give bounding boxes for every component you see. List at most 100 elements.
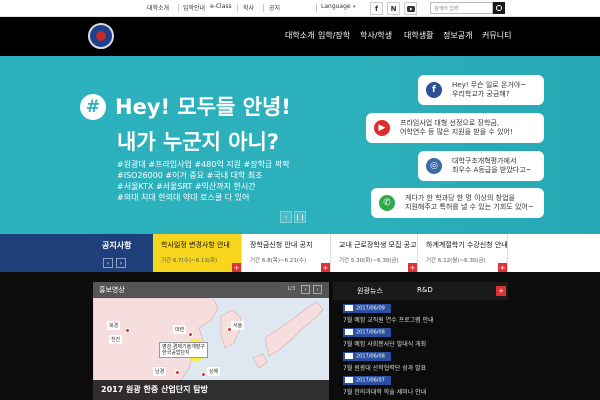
hashtag-line: #원광대 #프라임사업 #480억 지원 #장학금 팍팍 bbox=[117, 160, 290, 169]
university-logo[interactable] bbox=[88, 23, 114, 49]
news-item[interactable]: 7월 한의과대학 학술 세미나 안내 bbox=[343, 387, 426, 396]
promo-next-button[interactable]: › bbox=[313, 285, 322, 294]
nav-menu-community[interactable]: 커뮤니티 bbox=[482, 30, 511, 41]
speech-bubble-kakao[interactable]: ✆ 게다가 한 학과당 한 명 이상의 창업을 지원해주고 특허를 낼 수 있는… bbox=[371, 188, 544, 218]
slider-pause-button[interactable]: ❙❙ bbox=[294, 211, 306, 223]
bubble-text: 어학연수 등 많은 지원을 받을 수 있어! bbox=[400, 128, 513, 136]
hero-hashtags: #원광대 #프라임사업 #480억 지원 #장학금 팍팍 #ISO26000 #… bbox=[117, 159, 290, 203]
util-separator bbox=[204, 4, 205, 12]
news-tabs: 원광뉴스 R&D + bbox=[333, 282, 508, 300]
news-date-text: 2017/06/07 bbox=[356, 377, 385, 384]
bubble-text: 게다가 한 학과당 한 명 이상의 창업을 bbox=[405, 194, 515, 202]
notice-bar: 공지사항 ‹ › 학사일정 변경사항 안내 기간 6.7(수)~6.13(화) … bbox=[0, 234, 600, 272]
speech-bubble-facebook[interactable]: f Hey! 무슨 일로 온거야~ 우리학교가 궁금해? bbox=[418, 75, 544, 105]
nav-menu-academic[interactable]: 학사/학생 bbox=[360, 30, 392, 41]
map-marker bbox=[175, 370, 180, 375]
speech-bubble-instagram[interactable]: ◎ 대학구조개혁평가에서 최우수 A등급을 받았다고~ bbox=[418, 151, 544, 181]
bubble-text: 프라임사업 대형 선정으로 장학금, bbox=[400, 119, 500, 127]
notice-item[interactable]: 학사일정 변경사항 안내 기간 6.7(수)~6.13(화) + bbox=[153, 234, 242, 272]
news-date: 2017/06/09 bbox=[343, 304, 391, 313]
news-more-button[interactable]: + bbox=[496, 286, 506, 296]
plus-icon[interactable]: + bbox=[498, 263, 507, 272]
notice-item[interactable]: 교내 근로장학생 모집 공고 기간 5.30(화)~6.30(금) + bbox=[331, 234, 418, 272]
promo-header: 홍보영상 1/3 ‹ › bbox=[93, 282, 329, 298]
city-label-tianjin: 천진 bbox=[109, 335, 123, 344]
notice-item[interactable]: 장학금신청 안내 공지 기간 6.8(목)~6.21(수) + bbox=[242, 234, 331, 272]
notice-item-date: 기간 6.8(목)~6.21(수) bbox=[250, 258, 307, 264]
news-date: 2017/06/08 bbox=[343, 328, 391, 337]
city-label-nanjing: 남경 bbox=[153, 367, 167, 376]
news-item[interactable]: 7월 예정 교직원 연수 프로그램 안내 bbox=[343, 315, 434, 324]
util-link-about[interactable]: 대학소개 bbox=[147, 3, 169, 12]
tab-news[interactable]: 원광뉴스 bbox=[357, 286, 383, 296]
promo-caption-text: 2017 원광 한중 산업단지 탐방 bbox=[101, 385, 209, 394]
notice-item-title: 장학금신청 안내 공지 bbox=[250, 241, 313, 249]
hashtag-line: #서울KTX #서울SRT #익산까지 한시간 bbox=[117, 182, 256, 191]
city-label-seoul: 서울 bbox=[231, 321, 245, 330]
map-marker bbox=[188, 332, 193, 337]
util-link-notice[interactable]: 공지 bbox=[269, 3, 280, 12]
notice-item-title: 하계계절학기 수강신청 안내 bbox=[426, 241, 508, 249]
news-badge bbox=[345, 353, 353, 359]
util-separator bbox=[237, 4, 238, 12]
lower-content: 홍보영상 1/3 ‹ › 북경 천진 대련 서울 영성 경제기술개발구 한국공업… bbox=[0, 272, 600, 400]
language-select[interactable]: Language bbox=[321, 3, 351, 10]
speech-bubble-youtube[interactable]: ▶ 프라임사업 대형 선정으로 장학금, 어학연수 등 많은 지원을 받을 수 … bbox=[366, 113, 544, 143]
news-date-text: 2017/06/08 bbox=[356, 329, 385, 336]
news-badge bbox=[345, 377, 353, 383]
plus-icon[interactable]: + bbox=[408, 263, 417, 272]
main-navigation: 대학소개 입학/장학 학사/학생 대학생활 정보공개 커뮤니티 bbox=[0, 17, 600, 56]
tab-rnd[interactable]: R&D bbox=[417, 286, 433, 294]
instagram-icon: ◎ bbox=[426, 158, 442, 174]
util-link-academic[interactable]: 학사 bbox=[243, 3, 254, 12]
hero-banner: # Hey! 모두들 안녕! 내가 누군지 아니? #원광대 #프라임사업 #4… bbox=[0, 56, 600, 234]
blog-icon[interactable]: N bbox=[387, 2, 400, 15]
promo-video-panel[interactable]: 홍보영상 1/3 ‹ › 북경 천진 대련 서울 영성 경제기술개발구 한국공업… bbox=[93, 282, 329, 400]
util-separator bbox=[316, 4, 317, 12]
facebook-icon[interactable]: f bbox=[370, 2, 383, 15]
util-link-eclass[interactable]: e-Class bbox=[210, 3, 232, 10]
city-label-dalian: 대련 bbox=[173, 325, 187, 334]
map-marker bbox=[125, 328, 130, 333]
hero-headline: Hey! 모두들 안녕! bbox=[115, 95, 291, 119]
notice-item-title: 학사일정 변경사항 안내 bbox=[161, 241, 230, 249]
news-item[interactable]: 7월 원광대 산학협력단 성과 발표 bbox=[343, 363, 426, 372]
util-link-admission[interactable]: 입학안내 bbox=[183, 3, 205, 12]
facebook-icon: f bbox=[426, 82, 442, 98]
callout-line: 한국공업단지 bbox=[162, 350, 190, 356]
notice-header: 공지사항 ‹ › bbox=[0, 234, 153, 272]
hashtag-line: #ISO26000 #이거 중요 #국내 대학 최초 bbox=[117, 171, 263, 180]
bubble-text: 지원해주고 특허를 낼 수 있는 기회도 있어~ bbox=[405, 203, 534, 211]
nav-menu-admission[interactable]: 입학/장학 bbox=[318, 30, 350, 41]
youtube-icon: ▶ bbox=[374, 120, 390, 136]
plus-icon[interactable]: + bbox=[321, 263, 330, 272]
news-date-text: 2017/06/09 bbox=[356, 305, 385, 312]
plus-icon[interactable]: + bbox=[232, 263, 241, 272]
nav-menu-campus-life[interactable]: 대학생활 bbox=[404, 30, 433, 41]
promo-caption: 2017 원광 한중 산업단지 탐방 bbox=[93, 380, 329, 400]
notice-title: 공지사항 bbox=[102, 241, 132, 250]
promo-prev-button[interactable]: ‹ bbox=[301, 285, 310, 294]
search-icon[interactable] bbox=[493, 2, 505, 14]
hashtag-icon: # bbox=[80, 94, 106, 120]
nav-menu-info[interactable]: 정보공개 bbox=[443, 30, 472, 41]
youtube-icon[interactable] bbox=[404, 2, 417, 15]
news-badge bbox=[345, 329, 353, 335]
util-separator bbox=[263, 4, 264, 12]
nav-menu-about[interactable]: 대학소개 bbox=[285, 30, 314, 41]
hashtag-line: #의대 치대 한의대 약대 로스쿨 다 있어 bbox=[117, 193, 250, 202]
notice-item-title: 교내 근로장학생 모집 공고 bbox=[339, 241, 417, 249]
promo-counter: 1/3 bbox=[287, 286, 296, 292]
notice-item[interactable]: 하계계절학기 수강신청 안내 기간 6.12(월)~6.30(금) + bbox=[418, 234, 508, 272]
kakao-icon: ✆ bbox=[379, 195, 395, 211]
callout-label: 영성 경제기술개발구 한국공업단지 bbox=[159, 342, 208, 358]
news-panel: 원광뉴스 R&D + 2017/06/09 7월 예정 교직원 연수 프로그램 … bbox=[333, 282, 508, 400]
slider-prev-button[interactable]: ‹ bbox=[280, 211, 292, 223]
notice-next-button[interactable]: › bbox=[116, 258, 126, 268]
map-marker bbox=[201, 372, 206, 377]
utility-bar: 대학소개 입학안내 e-Class 학사 공지 Language ▾ f N 검… bbox=[0, 0, 600, 17]
notice-prev-button[interactable]: ‹ bbox=[103, 258, 113, 268]
news-item[interactable]: 7월 예정 사회봉사단 발대식 개최 bbox=[343, 339, 426, 348]
search-input[interactable]: 검색어 입력 bbox=[430, 2, 493, 14]
news-date: 2017/06/07 bbox=[343, 376, 391, 385]
